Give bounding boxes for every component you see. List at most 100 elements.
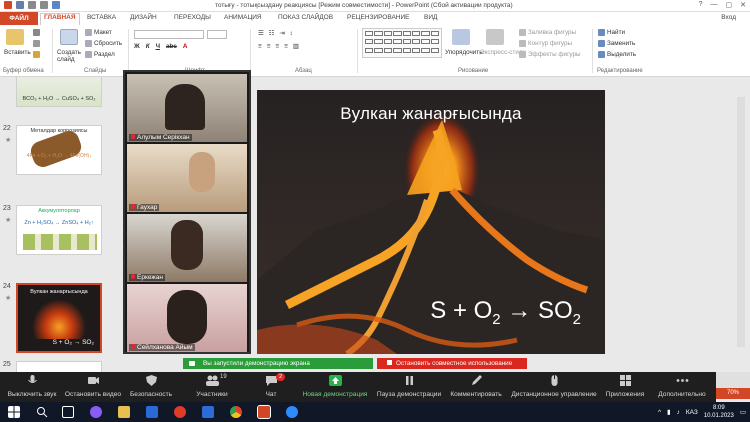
remote-control-button[interactable]: Дистанционное управление [508, 375, 600, 398]
opera-icon[interactable] [174, 406, 186, 418]
select-button[interactable]: Выделить [598, 51, 636, 58]
help-button[interactable]: ? [699, 1, 703, 9]
underline-icon[interactable]: Ч [156, 43, 160, 50]
shape-effects-button[interactable]: Эффекты фигуры [519, 51, 580, 58]
save-icon[interactable] [16, 1, 24, 9]
numbering-icon[interactable]: ☷ [269, 30, 275, 37]
chrome-icon[interactable] [230, 406, 242, 418]
font-size-select[interactable] [207, 30, 227, 39]
zoom-level[interactable]: 70% [716, 388, 750, 399]
zoom-meeting-taskbar-icon[interactable] [286, 406, 298, 418]
participant-video [171, 220, 203, 270]
slide-thumbnail-22[interactable]: Металдар коррозиясы 4Fe + O₂ + H₂O → 4Fe… [16, 125, 102, 175]
file-explorer-icon[interactable] [118, 406, 130, 418]
new-slide-button[interactable]: Создать слайд [57, 49, 83, 63]
maximize-button[interactable]: ▢ [726, 1, 733, 9]
video-tile[interactable]: Сейлханова Айым [127, 284, 247, 352]
participant-name: Сейлханова Айым [129, 344, 195, 351]
security-button[interactable]: Безопасность [126, 375, 176, 398]
vertical-scrollbar[interactable] [737, 97, 745, 347]
indent-icon[interactable]: ⇥ [279, 30, 284, 37]
powerpoint-taskbar-icon[interactable] [257, 405, 271, 419]
paste-button[interactable]: Вставить [4, 49, 31, 56]
replace-button[interactable]: Заменить [598, 40, 635, 47]
annotate-button[interactable]: Комментировать [446, 375, 506, 398]
reset-button[interactable]: Сбросить [85, 40, 122, 47]
slide-thumbnail-23[interactable]: Аккумуляторлар Zn + H₂SO₄ → ZnSO₄ + H₂↑ [16, 205, 102, 255]
tab-design[interactable]: ДИЗАЙН [130, 14, 157, 21]
mute-button[interactable]: Выключить звук [4, 375, 60, 398]
align-center-icon[interactable]: ≡ [267, 43, 271, 50]
zoom-video-gallery[interactable]: Алулым Серікхан Гаухар Еркежан Сейлханов… [123, 70, 251, 354]
layout-button[interactable]: Макет [85, 29, 112, 36]
tab-view[interactable]: ВИД [424, 14, 437, 21]
network-icon[interactable]: ▮ [667, 408, 671, 416]
close-button[interactable]: ✕ [740, 1, 746, 9]
find-button[interactable]: Найти [598, 29, 625, 36]
tab-transitions[interactable]: ПЕРЕХОДЫ [174, 14, 211, 21]
start-slideshow-icon[interactable] [52, 1, 60, 9]
apps-button[interactable]: Приложения [600, 375, 650, 398]
copy-icon[interactable] [33, 40, 40, 47]
video-tile[interactable]: Гаухар [127, 144, 247, 212]
participants-button[interactable]: 19 Участники [190, 374, 234, 398]
video-tile[interactable]: Алулым Серікхан [127, 74, 247, 142]
tab-insert[interactable]: ВСТАВКА [87, 14, 116, 21]
shape-outline-button[interactable]: Контур фигуры [519, 40, 572, 47]
zoom-app-icon[interactable] [146, 406, 158, 418]
new-slide-icon[interactable] [60, 29, 78, 45]
arrange-button[interactable]: Упорядочить [445, 49, 482, 56]
shape-fill-button[interactable]: Заливка фигуры [519, 29, 576, 36]
undo-icon[interactable] [28, 1, 36, 9]
slide-title[interactable]: Вулкан жанарғысында [257, 104, 605, 124]
paste-icon[interactable] [6, 29, 24, 45]
slide-thumbnail-21[interactable]: BCO₃ + H₂O → CuSO₄ + SO₂ [16, 77, 102, 107]
task-view-icon[interactable] [62, 406, 74, 418]
arrange-icon[interactable] [452, 29, 470, 45]
new-share-button[interactable]: Новая демонстрация [300, 375, 370, 398]
cortana-icon[interactable] [90, 406, 102, 418]
bold-icon[interactable]: Ж [134, 43, 140, 50]
video-tile[interactable]: Еркежан [127, 214, 247, 282]
keyboard-language[interactable]: КАЗ [686, 409, 698, 416]
word-icon[interactable] [202, 406, 214, 418]
reset-label: Сбросить [94, 40, 122, 47]
notifications-icon[interactable]: ▭ [740, 408, 746, 416]
columns-icon[interactable]: ▥ [293, 43, 299, 50]
section-button[interactable]: Раздел [85, 51, 115, 58]
slide-thumbnail-25[interactable] [16, 361, 102, 372]
cut-icon[interactable] [33, 29, 40, 36]
more-button[interactable]: Дополнительно [652, 375, 712, 398]
search-icon[interactable] [36, 406, 48, 418]
stop-share-button[interactable]: Остановить совместное использование [377, 358, 527, 369]
line-spacing-icon[interactable]: ↕ [290, 30, 293, 37]
tray-chevron-icon[interactable]: ^ [658, 409, 661, 416]
font-family-select[interactable] [134, 30, 204, 39]
tab-slideshow[interactable]: ПОКАЗ СЛАЙДОВ [278, 14, 333, 21]
pause-share-button[interactable]: Пауза демонстрации [374, 375, 444, 398]
redo-icon[interactable] [40, 1, 48, 9]
tab-file[interactable]: ФАЙЛ [0, 12, 38, 25]
justify-icon[interactable]: ≡ [284, 43, 288, 50]
tab-animation[interactable]: АНИМАЦИЯ [224, 14, 262, 21]
italic-icon[interactable]: К [146, 43, 150, 50]
minimize-button[interactable]: — [711, 1, 718, 9]
align-right-icon[interactable]: ≡ [275, 43, 279, 50]
align-left-icon[interactable]: ≡ [258, 43, 262, 50]
shapes-gallery[interactable] [362, 28, 442, 58]
format-painter-icon[interactable] [33, 51, 40, 58]
tab-home[interactable]: ГЛАВНАЯ [40, 13, 80, 25]
font-color-icon[interactable]: A [183, 43, 188, 50]
bullets-icon[interactable]: ☰ [258, 30, 264, 37]
slide-formula[interactable]: S + O2 → SO2 [430, 297, 581, 328]
windows-start-icon[interactable] [8, 406, 20, 418]
volume-icon[interactable]: ♪ [677, 409, 680, 416]
slide-thumbnail-24[interactable]: Вулкан жанарғысында S + O₂ → SO₂ [16, 283, 102, 353]
clock[interactable]: 8:09 10.01.2023 [704, 404, 734, 420]
chat-button[interactable]: 2 Чат [256, 373, 286, 398]
login-link[interactable]: Вход [721, 14, 736, 21]
quick-styles-icon[interactable] [486, 29, 504, 45]
strikethrough-icon[interactable]: abc [166, 43, 177, 50]
stop-video-button[interactable]: Остановить видео [62, 375, 124, 398]
tab-review[interactable]: РЕЦЕНЗИРОВАНИЕ [347, 14, 410, 21]
